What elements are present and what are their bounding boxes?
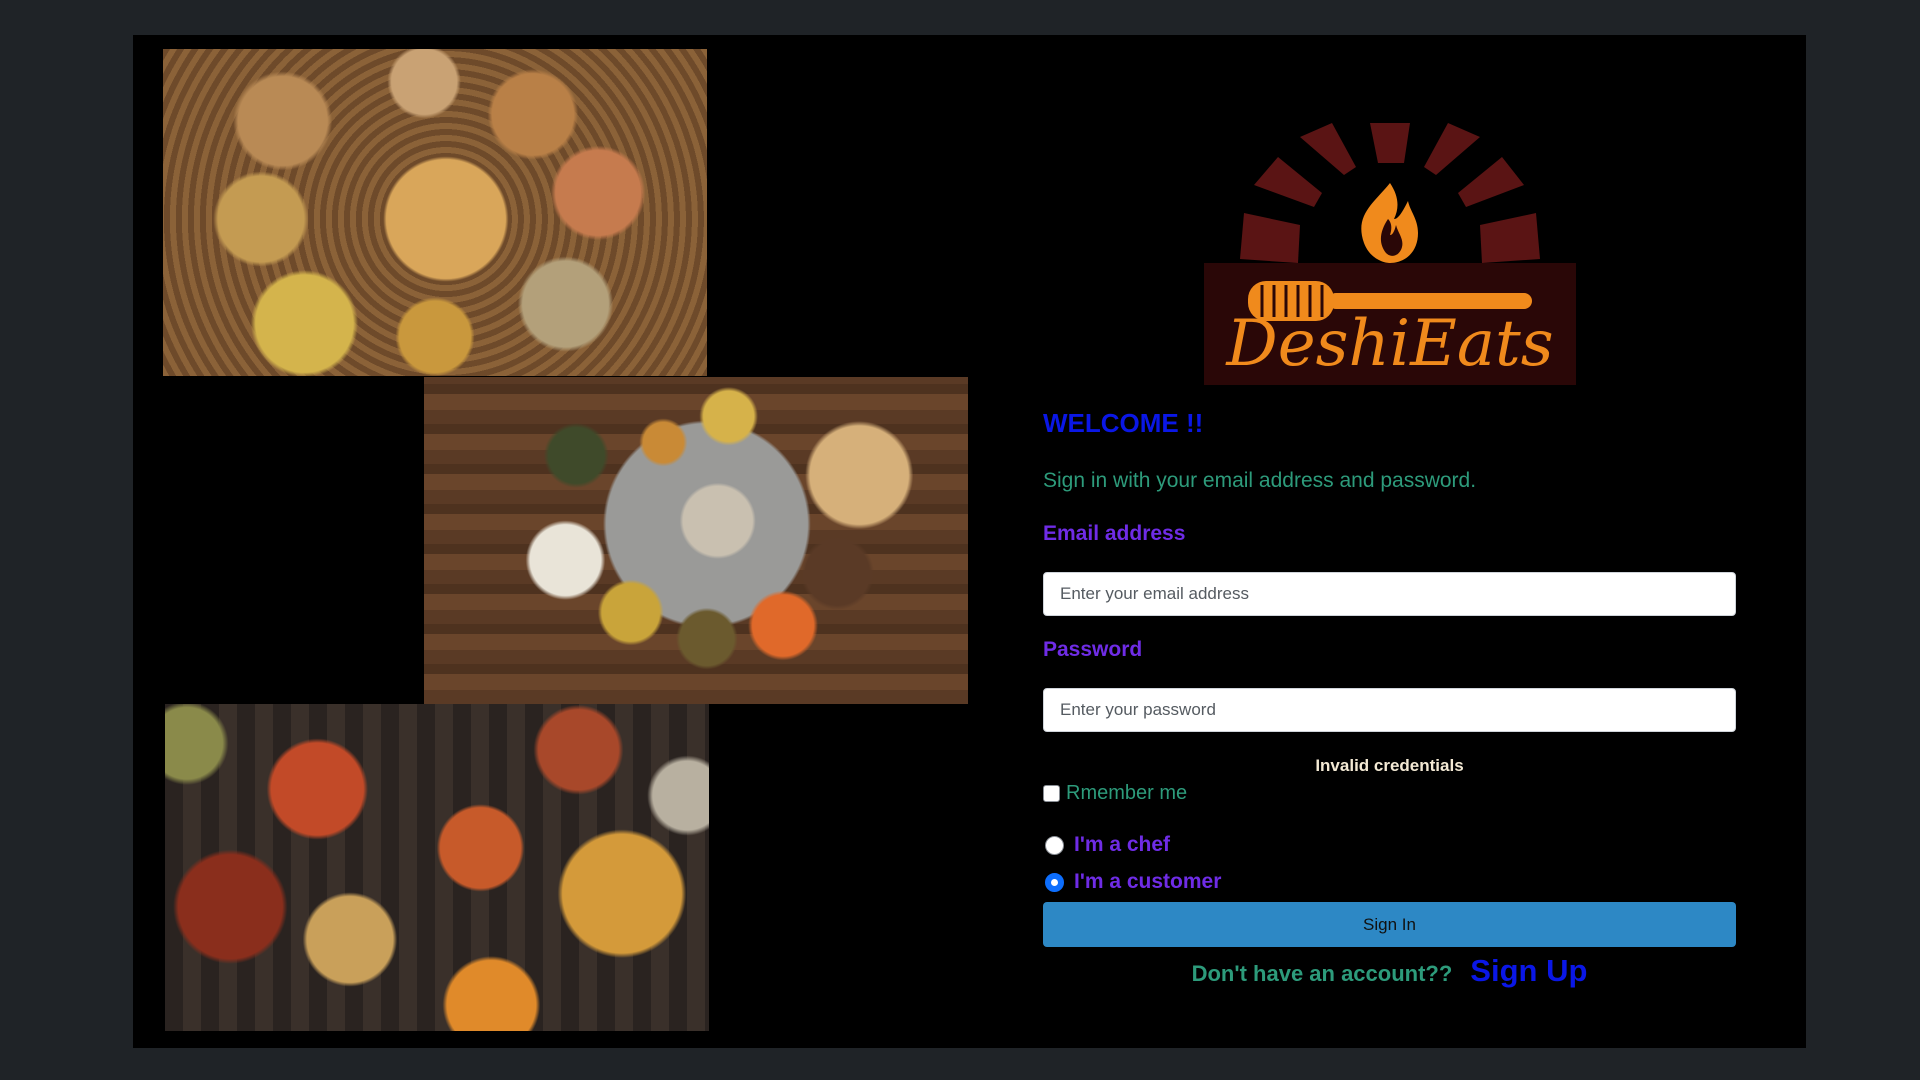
- email-label: Email address: [1043, 522, 1186, 545]
- customer-radio-label: I'm a customer: [1074, 870, 1222, 893]
- signin-subtitle: Sign in with your email address and pass…: [1043, 469, 1477, 492]
- role-option-customer: I'm a customer: [1045, 870, 1221, 894]
- role-option-chef: I'm a chef: [1045, 833, 1170, 857]
- error-message: Invalid credentials: [1315, 756, 1464, 775]
- sign-up-link[interactable]: Sign Up: [1470, 953, 1587, 989]
- password-input[interactable]: [1043, 688, 1736, 732]
- remember-me-checkbox[interactable]: [1043, 785, 1060, 802]
- email-input[interactable]: [1043, 572, 1736, 616]
- login-panel: DeshiEats WELCOME !! Sign in with your e…: [133, 35, 1806, 1048]
- logo-text: DeshiEats: [1225, 307, 1553, 381]
- customer-radio[interactable]: [1045, 872, 1064, 892]
- food-image-wicker-thali: [163, 49, 707, 376]
- signup-row: Don't have an account?? Sign Up: [1043, 953, 1736, 989]
- sign-in-button[interactable]: Sign In: [1043, 902, 1736, 947]
- signup-prompt: Don't have an account??: [1191, 961, 1453, 986]
- welcome-heading: WELCOME !!: [1043, 408, 1204, 438]
- food-image-curries: [165, 704, 709, 1031]
- deshieats-logo: DeshiEats: [1204, 123, 1576, 385]
- chef-radio[interactable]: [1045, 835, 1064, 855]
- chef-radio-label: I'm a chef: [1074, 833, 1171, 856]
- remember-me-row: Rmember me: [1043, 782, 1187, 805]
- remember-me-label: Rmember me: [1066, 782, 1188, 804]
- password-label: Password: [1043, 638, 1143, 661]
- food-image-wood-thali: [424, 377, 968, 704]
